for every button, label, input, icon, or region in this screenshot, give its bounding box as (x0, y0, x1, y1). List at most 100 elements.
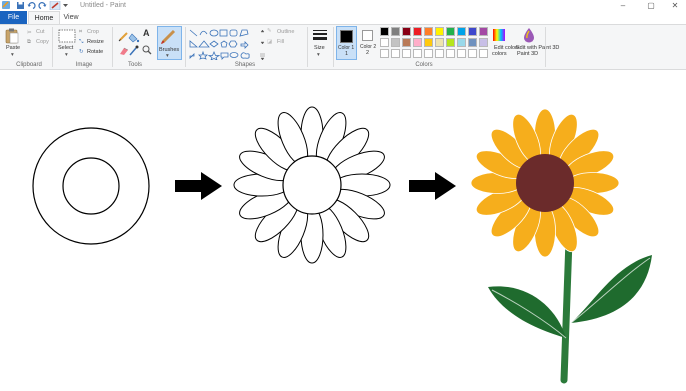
cut-icon[interactable]: ✂ (27, 30, 32, 36)
fill-bucket-icon[interactable] (128, 33, 140, 43)
palette-swatch[interactable] (435, 27, 444, 36)
four-point-star-shape-icon[interactable] (198, 50, 208, 60)
left-arrow-shape-icon[interactable] (189, 53, 195, 59)
maximize-button[interactable]: ▢ (640, 0, 662, 11)
color2-button[interactable]: Color 2 2 (359, 26, 378, 60)
paste-icon[interactable] (5, 28, 19, 44)
close-button[interactable]: ✕ (664, 0, 686, 11)
outline-icon[interactable]: ✎ (267, 28, 272, 34)
palette-swatch[interactable] (413, 27, 422, 36)
rounded-rectangle-shape-icon[interactable] (229, 29, 238, 37)
edit-colors-icon[interactable] (492, 28, 506, 42)
rotate-label[interactable]: Rotate (87, 49, 103, 55)
palette-swatch[interactable] (391, 49, 400, 58)
size-dropdown-icon[interactable]: ▾ (317, 52, 320, 58)
tab-home[interactable]: Home (28, 11, 60, 24)
resize-label[interactable]: Resize (87, 39, 104, 45)
tab-view[interactable]: View (60, 11, 82, 24)
palette-swatch[interactable] (424, 27, 433, 36)
palette-swatch[interactable] (457, 27, 466, 36)
canvas-drawing[interactable] (0, 70, 686, 386)
magnifier-icon[interactable] (142, 45, 152, 55)
eraser-icon[interactable] (120, 47, 129, 55)
five-point-star-shape-icon[interactable] (207, 50, 221, 60)
hexagon-shape-icon[interactable] (228, 40, 238, 48)
palette-swatch[interactable] (424, 38, 433, 47)
right-triangle-shape-icon[interactable] (198, 40, 210, 48)
palette-swatch[interactable] (424, 49, 433, 58)
curve-shape-icon[interactable] (199, 30, 208, 36)
palette-swatch[interactable] (457, 38, 466, 47)
cut-label[interactable]: Cut (36, 29, 45, 35)
palette-swatch[interactable] (435, 49, 444, 58)
undo-icon[interactable] (27, 2, 36, 10)
line-shape-icon[interactable] (189, 29, 198, 37)
palette-swatch[interactable] (380, 49, 389, 58)
palette-swatch[interactable] (479, 38, 488, 47)
palette-swatch[interactable] (468, 38, 477, 47)
palette-swatch[interactable] (446, 27, 455, 36)
polygon-shape-icon[interactable] (239, 29, 249, 37)
brush-quick-icon[interactable] (49, 1, 61, 10)
palette-swatch[interactable] (391, 38, 400, 47)
palette-swatch[interactable] (380, 38, 389, 47)
shapes-gallery[interactable] (188, 28, 266, 60)
palette-swatch[interactable] (402, 38, 411, 47)
fill-icon[interactable]: ◪ (267, 39, 272, 45)
palette-swatch[interactable] (391, 27, 400, 36)
rectangle-shape-icon[interactable] (219, 29, 228, 37)
paint3d-icon[interactable] (522, 27, 536, 43)
crop-icon[interactable]: ⌗ (79, 29, 82, 36)
palette-swatch[interactable] (446, 38, 455, 47)
triangle-shape-icon[interactable] (189, 40, 199, 48)
select-icon[interactable] (58, 29, 76, 43)
drawing-canvas[interactable] (0, 70, 686, 386)
palette-swatch[interactable] (479, 27, 488, 36)
palette-swatch[interactable] (468, 49, 477, 58)
diamond-shape-icon[interactable] (209, 40, 219, 48)
save-icon[interactable] (17, 2, 24, 9)
oval-shape-icon[interactable] (209, 29, 219, 37)
palette-swatch[interactable] (479, 49, 488, 58)
copy-label[interactable]: Copy (36, 39, 49, 45)
palette-swatch[interactable] (446, 49, 455, 58)
color1-button[interactable]: Color 1 1 (336, 26, 357, 60)
text-tool-icon[interactable]: A (143, 28, 150, 38)
pencil-icon[interactable] (118, 32, 128, 42)
fill-label[interactable]: Fill (277, 39, 284, 45)
paste-label[interactable]: Paste (6, 45, 20, 51)
pentagon-shape-icon[interactable] (220, 40, 228, 48)
brushes-button[interactable]: Brushes ▾ (157, 26, 182, 60)
paint3d-label-line2[interactable]: Paint 3D (517, 51, 538, 57)
customize-toolbar-chevron-icon[interactable] (63, 4, 68, 7)
size-icon[interactable] (312, 29, 328, 43)
color-picker-icon[interactable] (129, 45, 139, 56)
palette-swatch[interactable] (457, 49, 466, 58)
right-arrow-shape-icon[interactable] (240, 41, 249, 49)
select-dropdown-icon[interactable]: ▾ (65, 52, 68, 58)
palette-swatch[interactable] (402, 49, 411, 58)
redo-icon[interactable] (38, 2, 47, 10)
select-label[interactable]: Select (58, 45, 73, 51)
palette-swatch[interactable] (435, 38, 444, 47)
copy-icon[interactable]: ⧉ (27, 39, 31, 46)
rotate-icon[interactable]: ↻ (79, 49, 84, 55)
outline-label[interactable]: Outline (277, 29, 294, 35)
minimize-button[interactable]: – (612, 0, 634, 11)
palette-swatch[interactable] (402, 27, 411, 36)
callout-rectangle-shape-icon[interactable] (220, 52, 229, 60)
title-bar: Untitled - Paint – ▢ ✕ (0, 0, 686, 11)
callout-oval-shape-icon[interactable] (229, 52, 239, 58)
resize-icon[interactable]: ⤡ (79, 39, 83, 46)
paste-dropdown-icon[interactable]: ▾ (11, 52, 14, 58)
palette-swatch[interactable] (468, 27, 477, 36)
shapes-scroll-icon[interactable] (260, 29, 265, 60)
palette-swatch[interactable] (413, 38, 422, 47)
edit-colors-label-line2[interactable]: colors (492, 51, 507, 57)
callout-cloud-shape-icon[interactable] (240, 52, 250, 59)
palette-swatch[interactable] (413, 49, 422, 58)
tab-file[interactable]: File (0, 11, 27, 24)
crop-label[interactable]: Crop (87, 29, 99, 35)
palette-swatch[interactable] (380, 27, 389, 36)
size-label[interactable]: Size (314, 45, 325, 51)
